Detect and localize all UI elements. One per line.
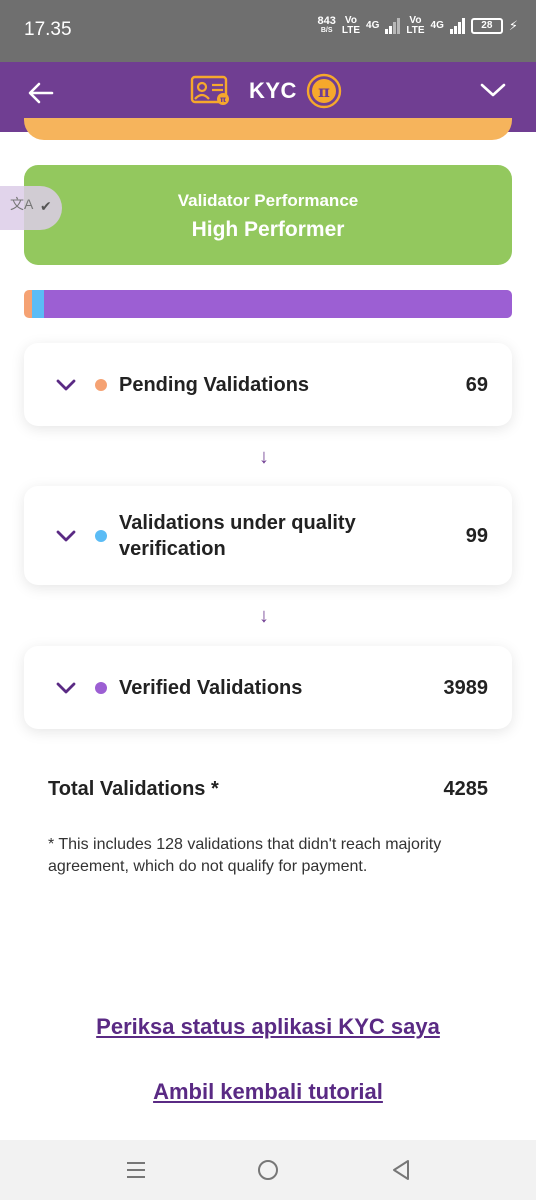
validation-label: Validations under quality verification: [119, 512, 356, 560]
charging-icon: ⚡: [508, 18, 518, 33]
check-kyc-status-link[interactable]: Periksa status aplikasi KYC saya: [0, 1014, 536, 1040]
clock: 17.35: [24, 19, 72, 40]
translate-button[interactable]: 文A ✔: [0, 186, 62, 230]
total-label: Total Validations *: [48, 778, 219, 800]
performance-label: Validator Performance: [177, 191, 359, 210]
total-validations-row: Total Validations * 4285: [48, 778, 488, 801]
validation-count: 69: [465, 374, 488, 396]
status-icons: 843 B/S Vo LTE 4G Vo LTE 4G 28 ⚡: [318, 16, 519, 36]
pi-coin-icon: π: [306, 73, 342, 109]
chevron-down-icon[interactable]: [56, 529, 76, 543]
chevron-down-icon[interactable]: [56, 681, 76, 695]
progress-segment-2: [32, 290, 44, 318]
signal-bars-icon-2: [449, 18, 465, 34]
signal-bars-icon: [385, 18, 401, 34]
performance-value: High Performer: [191, 218, 345, 241]
check-icon: ✔: [40, 198, 52, 214]
previous-card-edge: [24, 118, 512, 140]
recents-icon[interactable]: [124, 1158, 148, 1182]
translate-icon: 文A: [10, 196, 34, 212]
verified-validations-card[interactable]: Verified Validations 3989: [24, 646, 512, 729]
validation-label: Pending Validations: [119, 374, 310, 396]
validator-performance-card: Validator Performance High Performer: [24, 165, 512, 265]
validation-count: 3989: [443, 677, 489, 699]
status-dot: [95, 379, 107, 391]
flow-arrow: ↓: [259, 605, 269, 627]
status-dot: [95, 530, 107, 542]
signal-icon-2: 4G: [430, 20, 444, 31]
validation-count: 99: [465, 525, 488, 547]
quality-verification-card[interactable]: Validations under quality verification 9…: [24, 486, 512, 585]
battery-icon: 28: [470, 18, 503, 34]
replay-tutorial-link[interactable]: Ambil kembali tutorial: [0, 1079, 536, 1105]
pending-validations-card[interactable]: Pending Validations 69: [24, 343, 512, 426]
chevron-down-icon[interactable]: [478, 78, 508, 102]
arrow-left-icon[interactable]: [26, 78, 56, 108]
page-title: KYC: [249, 78, 297, 103]
id-card-icon: π: [190, 75, 229, 105]
svg-text:π: π: [220, 95, 226, 104]
back-triangle-icon[interactable]: [389, 1158, 413, 1182]
progress-segment-3: [43, 290, 512, 318]
flow-arrow: ↓: [259, 446, 269, 468]
network-speed: 843 B/S: [317, 15, 336, 35]
volte-indicator: Vo LTE: [341, 15, 361, 36]
status-bar: 17.35 843 B/S Vo LTE 4G Vo LTE 4G 28 ⚡: [0, 0, 536, 62]
validation-progress-bar: [24, 290, 512, 318]
system-nav-bar: [0, 1140, 536, 1200]
chevron-down-icon[interactable]: [56, 378, 76, 392]
status-dot: [95, 682, 107, 694]
svg-text:π: π: [318, 82, 330, 101]
home-icon[interactable]: [256, 1158, 280, 1182]
total-footnote: * This includes 128 validations that did…: [48, 836, 442, 875]
progress-segment-1: [24, 290, 33, 318]
total-value: 4285: [443, 778, 489, 800]
validation-label: Verified Validations: [119, 677, 303, 699]
signal-icon: 4G: [366, 20, 380, 31]
volte-indicator-2: Vo LTE: [406, 15, 425, 36]
